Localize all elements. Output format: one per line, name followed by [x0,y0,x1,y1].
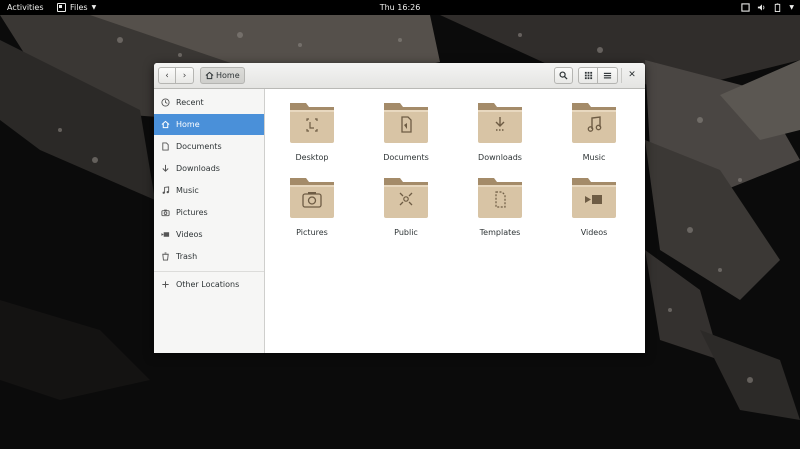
forward-button[interactable]: › [176,67,194,84]
folder-label: Downloads [478,153,522,162]
screen-icon [741,3,751,12]
system-tray[interactable]: ▼ [741,2,794,13]
folder-public[interactable]: Public [366,166,446,237]
documents-folder-icon [384,103,428,143]
folder-pictures[interactable]: Pictures [272,166,352,237]
folder-videos[interactable]: Videos [554,166,634,237]
folder-label: Music [582,153,606,162]
sidebar-item-other-locations[interactable]: Other Locations [154,274,264,295]
download-icon [162,164,169,172]
folder-templates[interactable]: Templates [460,166,540,237]
grid-icon [584,71,592,80]
folder-label: Desktop [295,153,329,162]
close-button[interactable]: ✕ [626,69,638,81]
folder-music[interactable]: Music [554,91,634,162]
sidebar-item-label: Other Locations [176,280,240,289]
path-bar: Home [200,67,245,84]
volume-icon [758,4,765,11]
sidebar-item-downloads[interactable]: Downloads [154,158,264,179]
sidebar-item-label: Videos [176,230,203,239]
sidebar-item-videos[interactable]: Videos [154,224,264,245]
plus-icon [162,281,169,288]
folder-label: Videos [580,228,608,237]
videos-folder-icon [572,178,616,218]
folder-downloads[interactable]: Downloads [460,91,540,162]
clock[interactable]: Thu 16:26 [0,2,800,13]
header-bar: ‹ › Home ✕ [154,63,645,89]
document-icon [162,142,169,151]
hamburger-menu-icon [603,72,612,79]
search-icon [559,71,568,80]
trash-icon [162,252,169,261]
video-icon [161,232,170,237]
templates-folder-icon [478,178,522,218]
folder-label: Documents [383,153,429,162]
header-separator [621,68,622,83]
sidebar: Recent Home Documents Downloads Music Pi… [154,89,265,353]
sidebar-item-label: Pictures [176,208,208,217]
sidebar-item-home[interactable]: Home [154,114,264,135]
clock-icon [161,98,170,107]
close-icon: ✕ [628,70,636,80]
header-actions [554,67,618,84]
files-window: ‹ › Home ✕ Recent Home Documents Downloa… [154,63,645,353]
sidebar-item-label: Documents [176,142,222,151]
sidebar-item-trash[interactable]: Trash [154,246,264,267]
music-folder-icon [572,103,616,143]
public-folder-icon [384,178,428,218]
sidebar-item-music[interactable]: Music [154,180,264,201]
sidebar-item-pictures[interactable]: Pictures [154,202,264,223]
search-button[interactable] [554,67,573,84]
downloads-folder-icon [478,103,522,143]
folder-documents[interactable]: Documents [366,91,446,162]
home-icon [205,71,214,80]
sidebar-item-label: Downloads [176,164,220,173]
sidebar-item-label: Trash [176,252,198,261]
path-button-label: Home [216,71,240,80]
pictures-folder-icon [290,178,334,218]
chevron-right-icon: › [182,70,187,81]
sidebar-item-label: Music [176,186,199,195]
sidebar-item-label: Home [176,120,200,129]
camera-icon [161,209,170,217]
folder-label: Pictures [296,228,328,237]
folder-desktop[interactable]: Desktop [272,91,352,162]
menu-button[interactable] [598,67,618,84]
sidebar-divider [154,271,264,272]
grid-view-button[interactable] [578,67,598,84]
back-button[interactable]: ‹ [158,67,176,84]
top-bar: Activities Files ▼ Thu 16:26 ▼ [0,0,800,15]
view-buttons [578,67,618,84]
home-icon [161,120,170,129]
navigation-buttons: ‹ › [158,67,194,84]
sidebar-item-recent[interactable]: Recent [154,92,264,113]
sidebar-item-documents[interactable]: Documents [154,136,264,157]
battery-icon [775,3,781,12]
folder-label: Public [394,228,418,237]
chevron-down-icon: ▼ [789,4,794,11]
music-icon [162,186,170,194]
path-button-home[interactable]: Home [200,67,245,84]
desktop-folder-icon [290,103,334,143]
file-view: Desktop Documents Downloads Music Pictur… [265,89,645,353]
sidebar-item-label: Recent [176,98,204,107]
chevron-left-icon: ‹ [165,70,169,81]
folder-label: Templates [479,228,521,237]
